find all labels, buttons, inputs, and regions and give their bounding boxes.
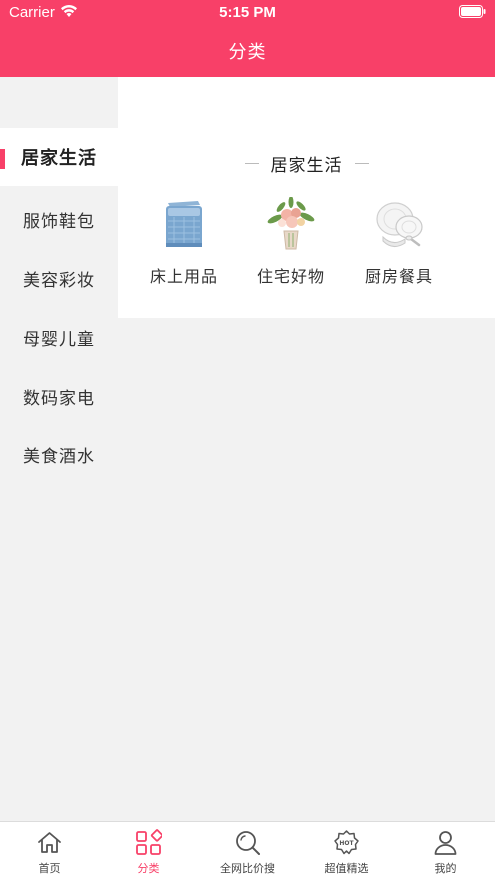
sidebar-item-electronics[interactable]: 数码家电 [0, 367, 118, 425]
svg-text:HOT: HOT [339, 840, 354, 847]
sidebar-item-baby[interactable]: 母婴儿童 [0, 308, 118, 366]
sidebar-item-label: 服饰鞋包 [23, 211, 95, 232]
subcategory-label: 住宅好物 [256, 267, 325, 286]
subcategory-bedding[interactable]: 床上用品 [129, 197, 239, 287]
tab-label: 分类 [137, 862, 160, 875]
tab-home[interactable]: 首页 [0, 822, 99, 881]
status-time: 5:15 PM [219, 4, 276, 21]
subcategory-label: 厨房餐具 [364, 267, 433, 286]
divider [244, 162, 259, 164]
home-icon [38, 832, 61, 853]
tab-category[interactable]: 分类 [99, 822, 198, 881]
battery-icon [459, 5, 486, 18]
tab-bar: 首页 分类 全网比价搜 HOT 超值精选 我的 [0, 821, 495, 881]
sidebar-item-label: 美容彩妆 [23, 270, 95, 291]
tab-label: 首页 [38, 862, 61, 875]
dishware-icon [376, 202, 423, 247]
tab-profile[interactable]: 我的 [396, 822, 495, 881]
page-title: 分类 [228, 42, 267, 63]
subcategory-home-goods[interactable]: 住宅好物 [236, 197, 346, 287]
sidebar-item-label: 母婴儿童 [23, 329, 95, 350]
sidebar-item-beauty[interactable]: 美容彩妆 [0, 249, 118, 307]
category-grid-icon [136, 829, 162, 855]
divider [354, 162, 369, 164]
tab-price-search[interactable]: 全网比价搜 [198, 822, 297, 881]
sidebar-item-label: 居家生活 [21, 148, 97, 169]
subcategory-panel: 居家生活 床上用品 住宅好物 厨房餐具 [118, 77, 495, 318]
section-title: 居家生活 [270, 155, 343, 176]
tab-label: 我的 [434, 862, 457, 875]
bedding-icon [166, 201, 202, 247]
sidebar-item-food-drinks[interactable]: 美食酒水 [0, 425, 118, 483]
tab-label: 全网比价搜 [220, 862, 275, 875]
section-header: 居家生活 [118, 150, 495, 176]
sidebar-item-label: 数码家电 [23, 388, 95, 409]
category-sidebar: 居家生活 服饰鞋包 美容彩妆 母婴儿童 数码家电 美食酒水 [0, 77, 118, 821]
subcategory-kitchenware[interactable]: 厨房餐具 [344, 197, 454, 287]
search-icon [236, 831, 260, 855]
app-header: Carrier 5:15 PM 分类 [0, 0, 495, 77]
status-bar: Carrier 5:15 PM [0, 0, 495, 26]
sidebar-item-apparel[interactable]: 服饰鞋包 [0, 190, 118, 248]
subcategory-label: 床上用品 [149, 267, 218, 286]
hot-badge-icon: HOT [334, 830, 359, 855]
sidebar-item-home-living[interactable]: 居家生活 [0, 128, 118, 186]
flower-vase-icon [267, 197, 315, 250]
sidebar-item-label: 美食酒水 [23, 446, 95, 467]
tab-label: 超值精选 [324, 862, 369, 875]
active-indicator [0, 149, 5, 169]
profile-icon [434, 831, 457, 855]
tab-featured-deals[interactable]: HOT 超值精选 [297, 822, 396, 881]
